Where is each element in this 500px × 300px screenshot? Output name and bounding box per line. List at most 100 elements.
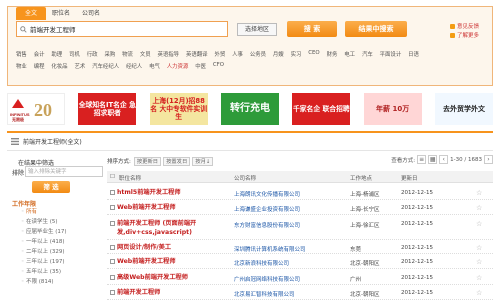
experience-filter-item[interactable]: 三年以上 (197): [21, 257, 67, 267]
job-title-link[interactable]: 前端开发工程师: [117, 289, 230, 298]
job-title-link[interactable]: 前端开发工程师 (页面前端开发,div+css,javascript): [117, 220, 230, 237]
job-title-link[interactable]: Web前端开发工程师: [117, 204, 230, 213]
search-input[interactable]: 前端开发工程师: [16, 21, 228, 37]
apply-star-icon[interactable]: ☆: [476, 258, 482, 266]
feedback-link[interactable]: 意见反馈: [457, 22, 479, 30]
next-page-icon[interactable]: ›: [484, 155, 493, 164]
select-all-checkbox[interactable]: ☐: [110, 174, 115, 180]
svg-text:20: 20: [34, 100, 52, 120]
list-icon: [11, 138, 19, 145]
update-date: 2012-12-15: [401, 190, 433, 196]
hot-keyword-link[interactable]: 汽车: [362, 50, 373, 59]
view-grid-icon[interactable]: ▦: [428, 155, 438, 164]
row-checkbox[interactable]: [110, 259, 115, 264]
hot-keyword-link[interactable]: 销售: [16, 50, 27, 59]
hot-keyword-link[interactable]: 会计: [34, 50, 45, 59]
job-location: 东莞: [350, 247, 362, 253]
company-link[interactable]: 广州启冠网络科技有限公司: [234, 275, 300, 283]
hot-keyword-link[interactable]: 文员: [140, 50, 151, 59]
hot-keyword-link[interactable]: CEO: [308, 50, 319, 59]
experience-filter-item[interactable]: 在读学生 (5): [21, 217, 67, 227]
experience-filter-item[interactable]: 应届毕业生 (17): [21, 227, 67, 237]
row-checkbox[interactable]: [110, 275, 115, 280]
hot-keyword-link[interactable]: 编程: [34, 62, 45, 71]
hot-keyword-link[interactable]: 经纪人: [126, 62, 142, 71]
results-panel: 排序方式: 按更新日 按置发日 按月↓ 查看方式: ≡ ▦ ‹ 1-30 / 1…: [107, 155, 493, 300]
hot-keyword-link[interactable]: 人力资源: [167, 62, 189, 71]
company-link[interactable]: 深圳腾讯计算机系统有限公司: [234, 245, 306, 253]
hot-keyword-link[interactable]: 平面设计: [380, 50, 402, 59]
search-in-results-button[interactable]: 结果中搜索: [345, 21, 407, 37]
hot-keyword-link[interactable]: 中医: [195, 62, 206, 71]
apply-star-icon[interactable]: ☆: [476, 204, 482, 212]
col-company: 公司名称: [234, 176, 257, 182]
hot-keyword-link[interactable]: 电气: [149, 62, 160, 71]
hot-keyword-link[interactable]: 行政: [87, 50, 98, 59]
ad-banner-foreign-trade[interactable]: 去外贸学外文: [434, 93, 493, 125]
row-checkbox[interactable]: [110, 205, 115, 210]
ad-banner-training[interactable]: 上海(12月)招88名 大中专软件实训生: [149, 93, 208, 125]
apply-star-icon[interactable]: ☆: [476, 220, 482, 228]
hot-keyword-link[interactable]: 财务: [327, 50, 338, 59]
hot-keyword-link[interactable]: 外贸: [214, 50, 225, 59]
sort-by-month-button[interactable]: 按月↓: [192, 156, 214, 166]
apply-star-icon[interactable]: ☆: [476, 274, 482, 282]
hot-keyword-link[interactable]: 艺术: [74, 62, 85, 71]
hot-keyword-link[interactable]: 司机: [69, 50, 80, 59]
prev-page-icon[interactable]: ‹: [439, 155, 449, 164]
job-title-link[interactable]: html5前端开发工程师: [117, 189, 230, 198]
row-checkbox[interactable]: [110, 190, 115, 195]
sort-by-post-button[interactable]: 按置发日: [163, 156, 191, 166]
experience-filter-item[interactable]: 二年以上 (329): [21, 247, 67, 257]
sort-by-update-button[interactable]: 按更新日: [133, 156, 162, 166]
ad-banner-salary[interactable]: 年薪 10万: [363, 93, 422, 125]
tab-job-title[interactable]: 职位名: [46, 7, 76, 20]
company-link[interactable]: 上海朗讯文化传播有限公司: [234, 190, 300, 198]
table-row: Web前端开发工程师 上海谦盛企业投资有限公司 上海-长宁区 2012-12-15 ☆: [107, 201, 493, 215]
company-link[interactable]: 北京易汇智科技有限公司: [234, 290, 295, 298]
hot-keyword-link[interactable]: 采购: [104, 50, 115, 59]
exclude-keyword-input[interactable]: 输入排除关键字: [25, 166, 103, 177]
experience-filter-item[interactable]: 所有: [21, 207, 67, 217]
row-checkbox[interactable]: [110, 221, 115, 226]
row-checkbox[interactable]: [110, 245, 115, 250]
job-title-link[interactable]: 网页设计/制作/美工: [117, 244, 230, 253]
hot-keyword-link[interactable]: 化妆品: [51, 62, 67, 71]
experience-filter-item[interactable]: 一年以上 (418): [21, 237, 67, 247]
experience-filter-item[interactable]: 五年以上 (35): [21, 267, 67, 277]
hot-keyword-link[interactable]: 助理: [51, 50, 62, 59]
job-title-link[interactable]: 高级Web前端开发工程师: [117, 274, 230, 283]
hot-keyword-link[interactable]: CFO: [213, 62, 224, 71]
hot-keyword-link[interactable]: 月嫂: [273, 50, 284, 59]
hot-keyword-link[interactable]: 公务员: [250, 50, 266, 59]
apply-star-icon[interactable]: ☆: [476, 189, 482, 197]
hot-keyword-link[interactable]: 电工: [344, 50, 355, 59]
region-select-button[interactable]: 选择地区: [237, 23, 277, 36]
ad-banner-infinitus[interactable]: INFINITUS 无限极 20: [7, 93, 65, 125]
search-button[interactable]: 搜 索: [287, 21, 337, 37]
view-list-icon[interactable]: ≡: [417, 155, 427, 164]
ad-banner-job-fair[interactable]: 千家名企 联合招聘: [292, 93, 351, 125]
apply-star-icon[interactable]: ☆: [476, 244, 482, 252]
job-title-link[interactable]: Web前端开发工程师: [117, 258, 230, 267]
company-link[interactable]: 北京新浪科技有限公司: [234, 259, 289, 267]
hot-keyword-link[interactable]: 实习: [291, 50, 302, 59]
hot-keyword-link[interactable]: 英语指导: [158, 50, 180, 59]
apply-star-icon[interactable]: ☆: [476, 289, 482, 297]
hot-keyword-link[interactable]: 人事: [232, 50, 243, 59]
hot-keyword-link[interactable]: 物流: [122, 50, 133, 59]
ad-banner-it-jobs[interactable]: 全球知名IT名企 急招求职者: [78, 93, 137, 125]
hot-keyword-link[interactable]: 日语: [408, 50, 419, 59]
company-link[interactable]: 上海谦盛企业投资有限公司: [234, 205, 300, 213]
hot-keyword-link[interactable]: 汽车经纪人: [92, 62, 119, 71]
hot-keyword-link[interactable]: 物业: [16, 62, 27, 71]
tab-fulltext[interactable]: 全文: [16, 7, 46, 20]
company-link[interactable]: 东方财富信息股份有限公司: [234, 221, 300, 229]
tab-company[interactable]: 公司名: [76, 7, 106, 20]
ad-banner-career-change[interactable]: 转行充电: [220, 93, 279, 125]
search-tabs: 全文 职位名 公司名: [16, 7, 106, 20]
filter-button[interactable]: 筛 选: [32, 181, 70, 193]
help-link[interactable]: 了解更多: [457, 31, 479, 39]
hot-keyword-link[interactable]: 英语翻译: [186, 50, 208, 59]
row-checkbox[interactable]: [110, 290, 115, 295]
